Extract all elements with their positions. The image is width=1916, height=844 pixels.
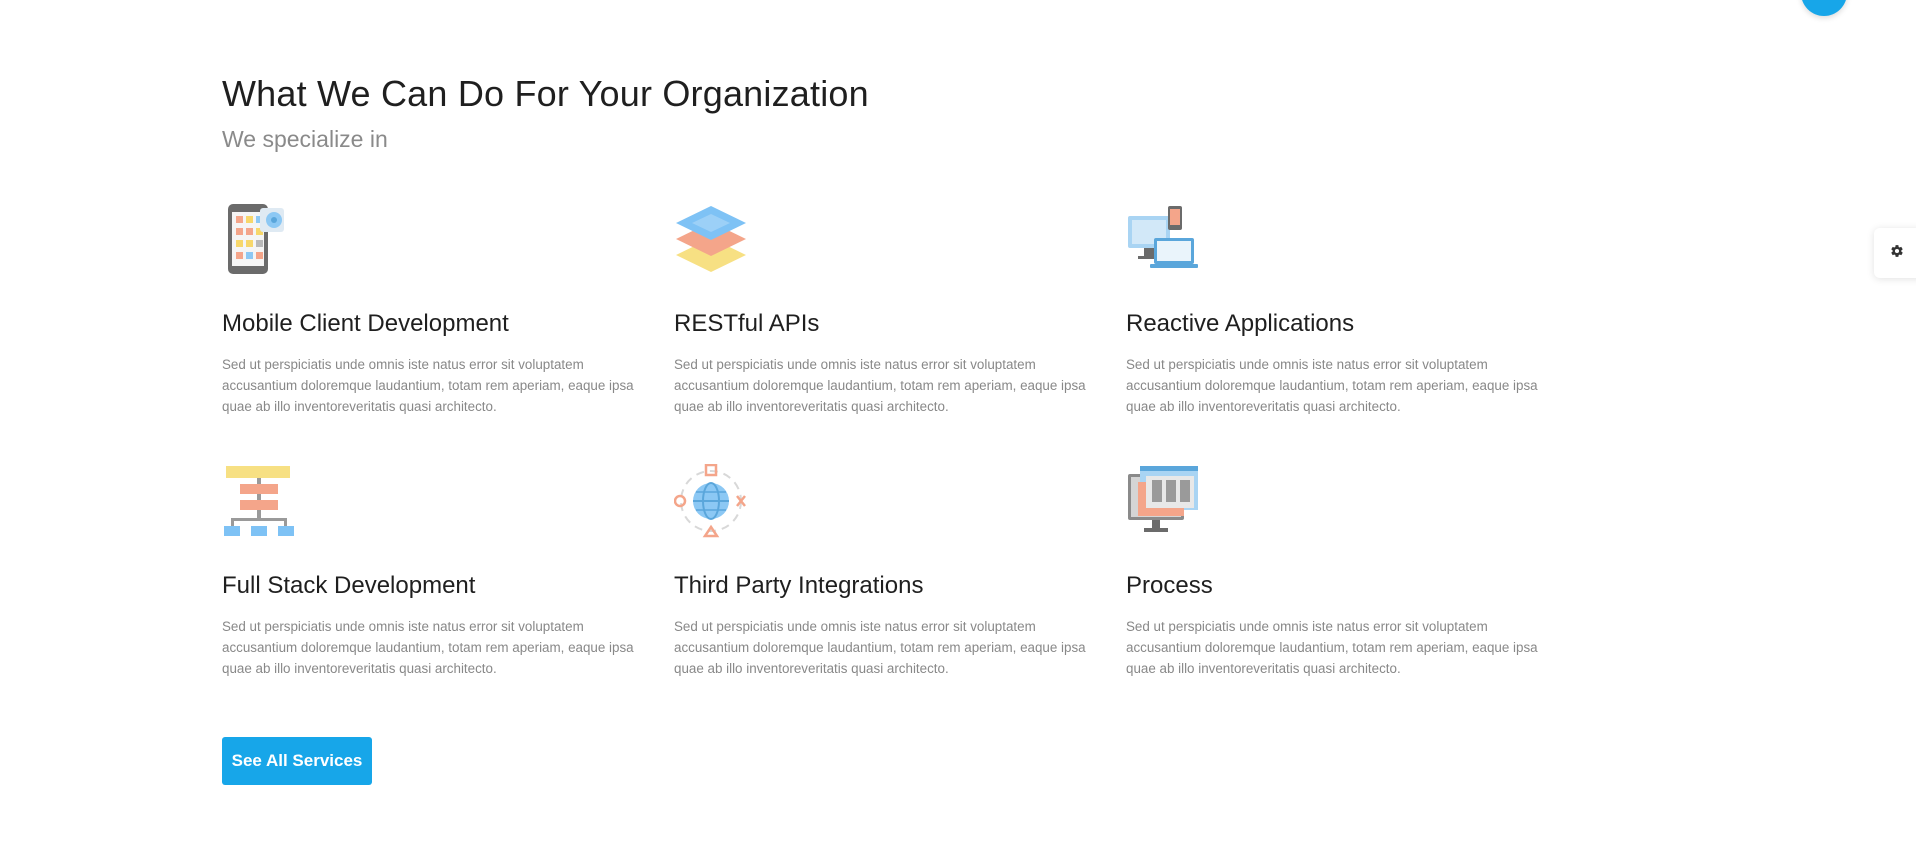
service-card-process: Process Sed ut perspiciatis unde omnis i… [1126,464,1578,726]
settings-panel-toggle[interactable] [1874,228,1916,278]
hierarchy-icon [222,464,296,538]
services-grid: Mobile Client Development Sed ut perspic… [222,202,1622,726]
services-header: What We Can Do For Your Organization We … [222,70,1622,154]
monitor-process-icon [1126,464,1200,538]
service-description: Sed ut perspiciatis unde omnis iste natu… [674,619,1086,676]
service-description: Sed ut perspiciatis unde omnis iste natu… [222,619,634,676]
service-description: Sed ut perspiciatis unde omnis iste natu… [1126,357,1538,414]
section-subtitle: We specialize in [222,126,388,152]
service-card-full-stack: Full Stack Development Sed ut perspiciat… [222,464,674,726]
service-title: Process [1126,572,1213,599]
service-card-reactive-applications: Reactive Applications Sed ut perspiciati… [1126,202,1578,464]
service-title: Third Party Integrations [674,572,924,599]
mobile-app-icon [222,202,296,276]
service-description: Sed ut perspiciatis unde omnis iste natu… [1126,619,1538,676]
layers-icon [674,202,748,276]
service-card-third-party: Third Party Integrations Sed ut perspici… [673,463,1126,726]
service-card-restful-apis: RESTful APIs Sed ut perspiciatis unde om… [674,202,1126,464]
see-all-services-button[interactable]: See All Services [222,737,372,785]
gear-icon [1890,244,1904,263]
service-card-mobile: Mobile Client Development Sed ut perspic… [222,202,674,464]
service-title: Reactive Applications [1126,310,1355,337]
globe-network-icon [673,463,748,538]
service-title: Full Stack Development [222,572,476,599]
service-description: Sed ut perspiciatis unde omnis iste natu… [674,357,1086,414]
service-description: Sed ut perspiciatis unde omnis iste natu… [222,357,634,414]
floating-action-button[interactable] [1801,0,1847,16]
service-title: Mobile Client Development [222,310,509,337]
section-title: What We Can Do For Your Organization [222,73,869,114]
devices-icon [1126,202,1200,276]
service-title: RESTful APIs [674,310,820,337]
